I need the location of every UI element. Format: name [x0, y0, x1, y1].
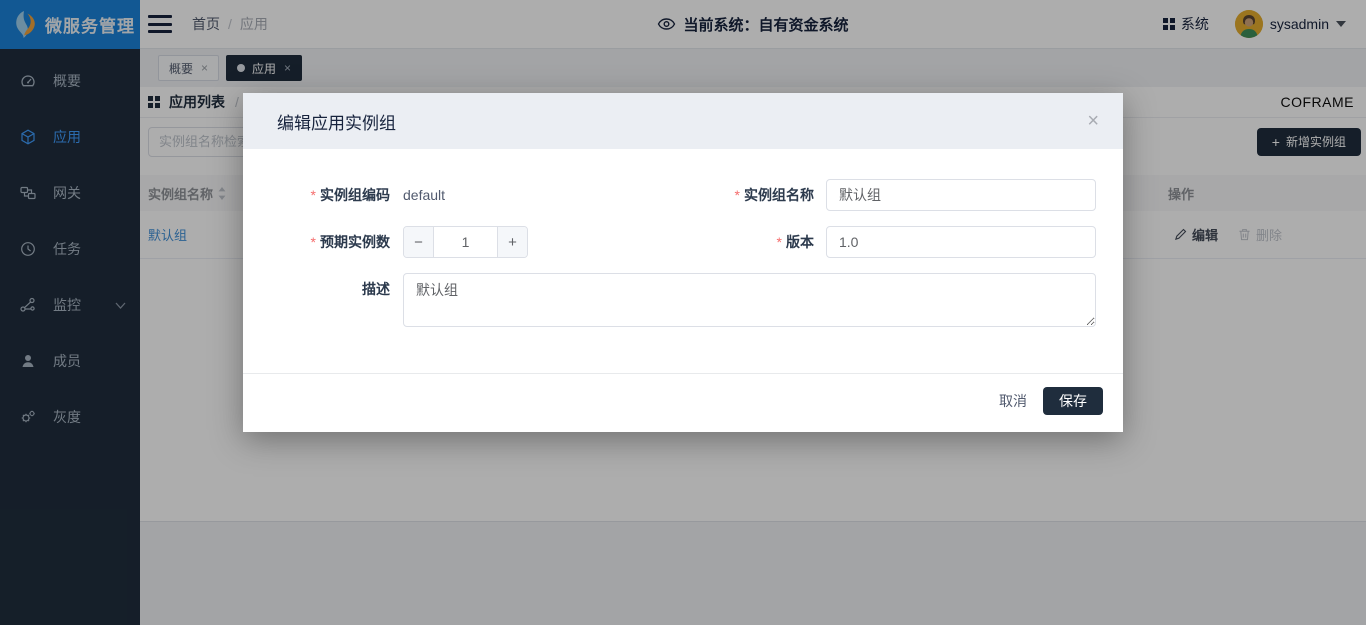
plus-button[interactable]: +: [497, 227, 527, 257]
version-input[interactable]: [826, 226, 1096, 258]
save-button[interactable]: 保存: [1043, 387, 1103, 415]
field-expected-instances: *预期实例数 − +: [273, 226, 683, 258]
minus-button[interactable]: −: [404, 227, 434, 257]
app-root: 微服务管理 首页 / 应用 当前系统：自有资金系统 系统: [0, 0, 1366, 625]
instance-group-name-input[interactable]: [826, 179, 1096, 211]
description-textarea[interactable]: 默认组: [403, 273, 1096, 327]
required-mark: *: [311, 234, 316, 250]
modal-body: *实例组编码 default *实例组名称 *预期实例数 − +: [243, 149, 1123, 373]
required-mark: *: [311, 187, 316, 203]
field-label: *实例组编码: [273, 179, 390, 211]
required-mark: *: [735, 187, 740, 203]
field-version: *版本: [683, 226, 1096, 258]
required-mark: *: [777, 234, 782, 250]
form-row: 描述 默认组: [273, 273, 1096, 327]
instance-group-code-value: default: [403, 179, 445, 211]
field-label: *版本: [683, 226, 814, 258]
field-instance-group-code: *实例组编码 default: [273, 179, 683, 211]
expected-instances-input[interactable]: [434, 227, 497, 257]
field-label: 描述: [273, 273, 390, 305]
field-label: *预期实例数: [273, 226, 390, 258]
modal-title: 编辑应用实例组: [277, 109, 396, 134]
field-description: 描述 默认组: [273, 273, 1096, 327]
field-instance-group-name: *实例组名称: [683, 179, 1096, 211]
form-row: *实例组编码 default *实例组名称: [273, 179, 1096, 211]
edit-instance-group-modal: 编辑应用实例组 × *实例组编码 default *实例组名称 *预期实例数 −: [243, 93, 1123, 432]
expected-instances-stepper: − +: [403, 226, 528, 258]
field-label: *实例组名称: [683, 179, 814, 211]
modal-header: 编辑应用实例组 ×: [243, 93, 1123, 149]
cancel-button[interactable]: 取消: [999, 391, 1027, 411]
form-row: *预期实例数 − + *版本: [273, 226, 1096, 258]
modal-footer: 取消 保存: [243, 373, 1123, 432]
close-icon[interactable]: ×: [1087, 111, 1099, 131]
